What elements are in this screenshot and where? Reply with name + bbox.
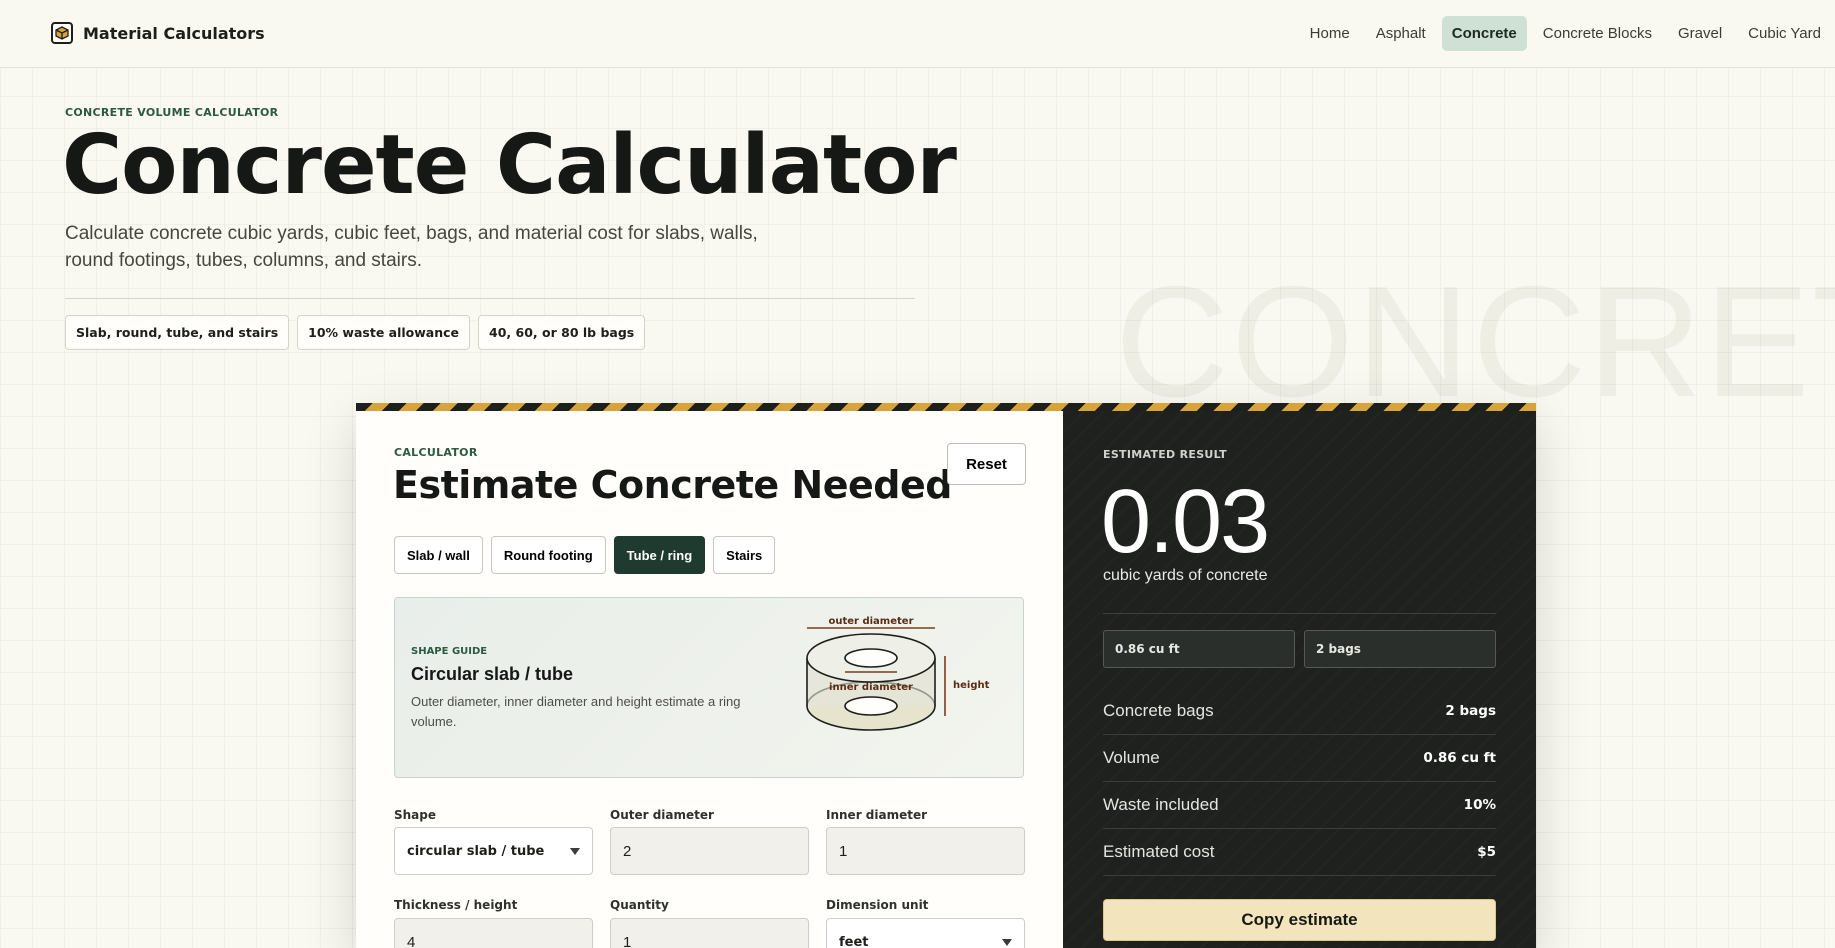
page-title: Concrete Calculator	[62, 118, 957, 213]
shape-select[interactable]: circular slab / tube	[394, 827, 593, 875]
result-row-value: $5	[1477, 844, 1496, 860]
dimension-unit-select[interactable]: feet	[826, 918, 1025, 948]
feature-chip: 10% waste allowance	[297, 315, 471, 350]
shape-label: Shape	[394, 808, 437, 822]
inner-diameter-label: inner diameter	[829, 682, 913, 693]
result-row-value: 0.86 cu ft	[1423, 750, 1496, 766]
tube-diagram-icon: outer diameter inner diameter height	[806, 616, 990, 731]
result-unit: cubic yards of concrete	[1103, 567, 1268, 584]
brand[interactable]: Material Calculators	[51, 22, 265, 44]
result-row: Volume 0.86 cu ft	[1103, 735, 1496, 782]
outer-diameter-label: outer diameter	[829, 616, 914, 627]
tab-round-footing[interactable]: Round footing	[490, 536, 606, 574]
guide-eyebrow: SHAPE GUIDE	[411, 646, 488, 657]
result-row-label: Volume	[1103, 748, 1160, 767]
result-row-label: Estimated cost	[1103, 842, 1215, 861]
copy-estimate-button[interactable]: Copy estimate	[1103, 899, 1496, 941]
feature-chip: 40, 60, or 80 lb bags	[478, 315, 646, 350]
inner-diameter-label: Inner diameter	[826, 808, 928, 822]
result-panel: ESTIMATED RESULT 0.03 cubic yards of con…	[1063, 411, 1536, 948]
result-eyebrow: ESTIMATED RESULT	[1103, 448, 1227, 461]
calculator-title: Estimate Concrete Needed	[393, 463, 952, 507]
thickness-input[interactable]: 4	[394, 918, 593, 948]
hazard-stripe	[356, 403, 1536, 411]
result-row-label: Waste included	[1103, 795, 1219, 814]
quantity-input[interactable]: 1	[610, 918, 809, 948]
bags-chip: 2 bags	[1304, 630, 1496, 668]
divider	[1103, 613, 1496, 614]
result-row-value: 10%	[1463, 797, 1496, 813]
feature-chips: Slab, round, tube, and stairs 10% waste …	[65, 315, 646, 350]
tab-slab-wall[interactable]: Slab / wall	[394, 536, 483, 574]
height-label: height	[953, 680, 990, 691]
result-value: 0.03	[1101, 472, 1270, 572]
quantity-label: Quantity	[610, 898, 669, 912]
dimension-unit-value: feet	[839, 934, 869, 948]
result-row: Estimated cost $5	[1103, 829, 1496, 876]
chevron-down-icon	[570, 848, 580, 855]
brand-name: Material Calculators	[83, 23, 265, 43]
shape-guide: SHAPE GUIDE Circular slab / tube Outer d…	[394, 597, 1024, 778]
nav-link-asphalt[interactable]: Asphalt	[1366, 16, 1436, 51]
tab-stairs[interactable]: Stairs	[713, 536, 776, 574]
nav-link-cubic-yard[interactable]: Cubic Yard	[1738, 16, 1831, 51]
nav-link-home[interactable]: Home	[1300, 16, 1360, 51]
calculator-card: CALCULATOR Estimate Concrete Needed Rese…	[356, 403, 1536, 948]
shape-select-value: circular slab / tube	[407, 843, 545, 859]
calculator-eyebrow: CALCULATOR	[394, 446, 478, 459]
outer-diameter-label: Outer diameter	[610, 808, 714, 822]
feature-chip: Slab, round, tube, and stairs	[65, 315, 290, 350]
guide-description: Outer diameter, inner diameter and heigh…	[411, 694, 741, 729]
shape-tabs: Slab / wall Round footing Tube / ring St…	[394, 536, 776, 574]
top-nav: Material Calculators Home Asphalt Concre…	[0, 0, 1835, 68]
result-row-label: Concrete bags	[1103, 701, 1214, 720]
reset-button[interactable]: Reset	[947, 443, 1026, 485]
volume-chip: 0.86 cu ft	[1103, 630, 1295, 668]
inner-diameter-input[interactable]: 1	[826, 827, 1025, 875]
calculator-panel: CALCULATOR Estimate Concrete Needed Rese…	[356, 411, 1063, 948]
nav-link-gravel[interactable]: Gravel	[1668, 16, 1732, 51]
result-row-value: 2 bags	[1445, 703, 1496, 719]
nav-links: Home Asphalt Concrete Concrete Blocks Gr…	[1300, 16, 1831, 51]
guide-title: Circular slab / tube	[411, 664, 574, 684]
cube-icon	[51, 22, 73, 44]
outer-diameter-input[interactable]: 2	[610, 827, 809, 875]
divider	[65, 298, 915, 299]
tab-tube-ring[interactable]: Tube / ring	[613, 536, 706, 574]
nav-link-concrete-blocks[interactable]: Concrete Blocks	[1533, 16, 1662, 51]
dimension-unit-label: Dimension unit	[826, 898, 929, 912]
result-row: Concrete bags 2 bags	[1103, 688, 1496, 735]
nav-link-concrete[interactable]: Concrete	[1441, 16, 1527, 51]
result-row: Waste included 10%	[1103, 782, 1496, 829]
hero-subtitle: Calculate concrete cubic yards, cubic fe…	[65, 223, 758, 271]
chevron-down-icon	[1002, 939, 1012, 946]
thickness-label: Thickness / height	[394, 898, 518, 912]
